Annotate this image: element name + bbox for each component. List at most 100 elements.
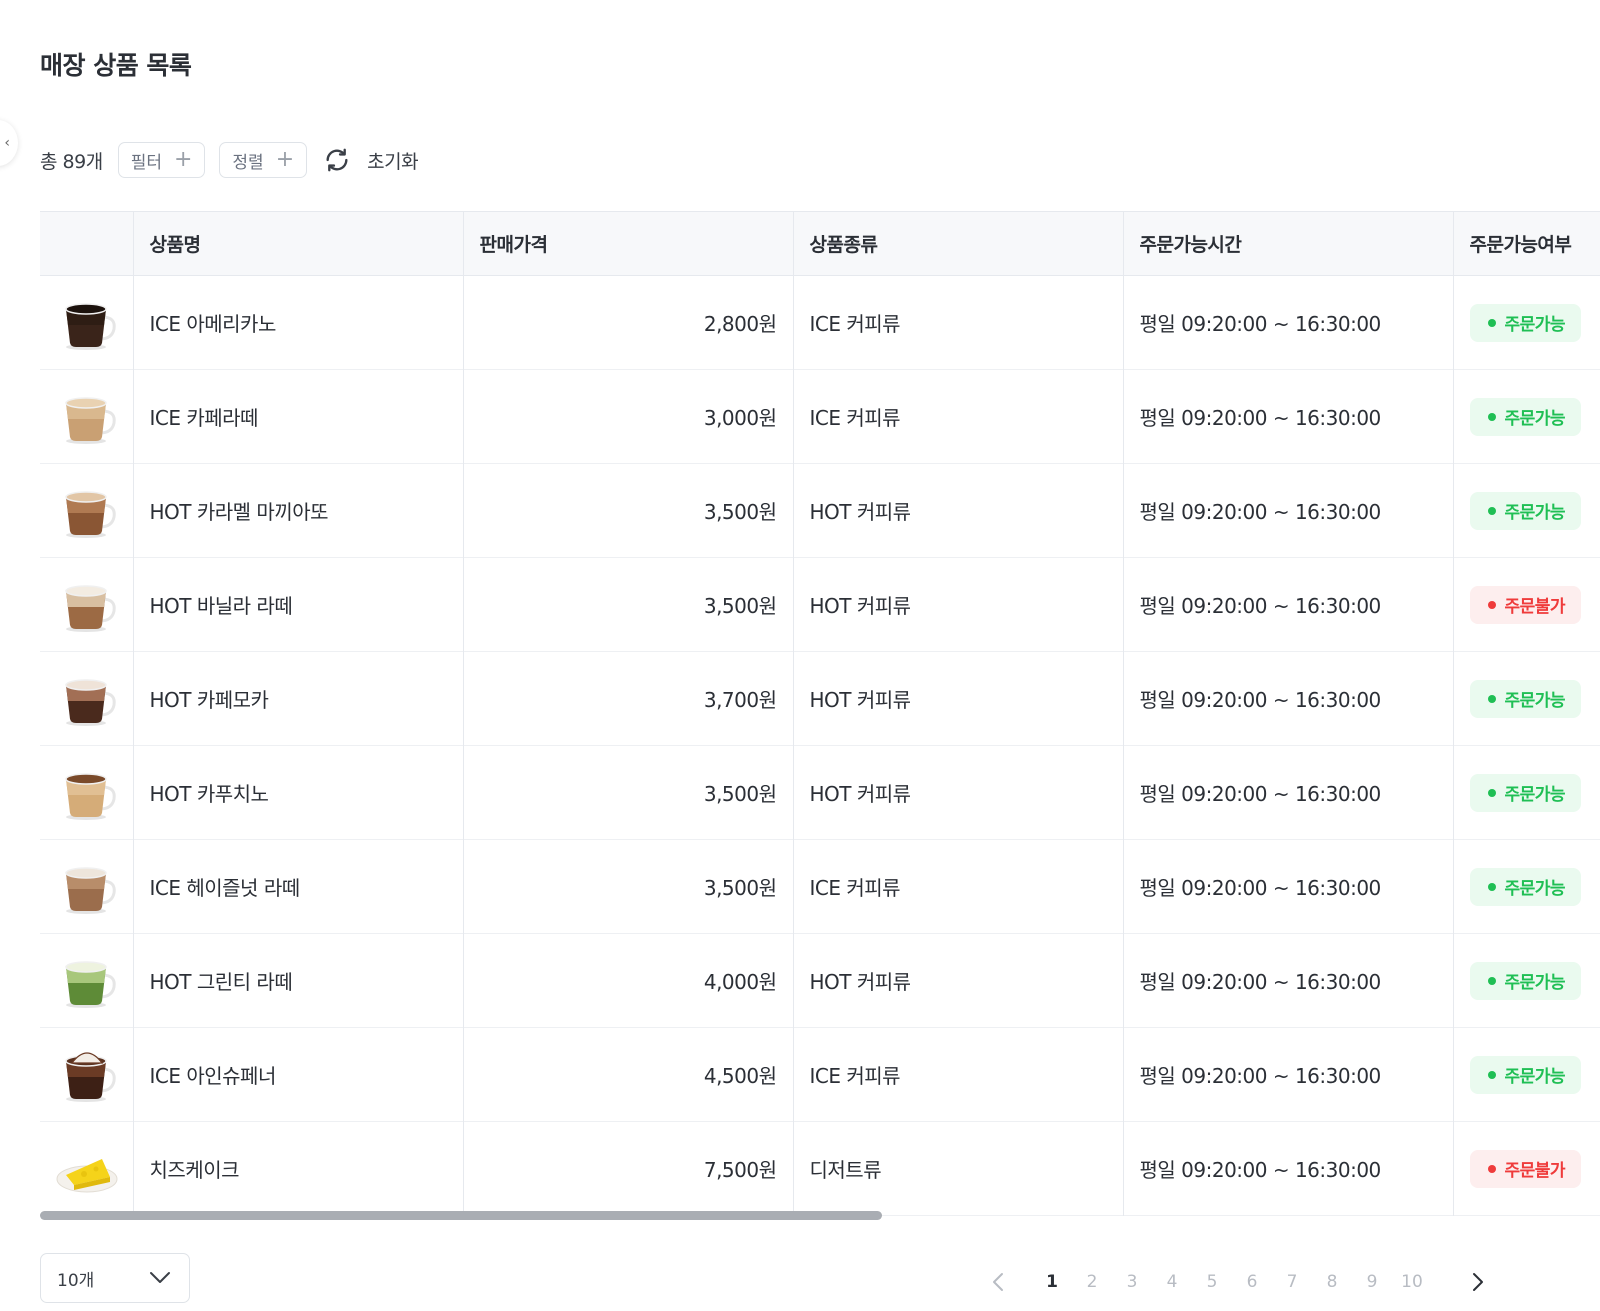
product-thumbnail xyxy=(40,483,133,539)
page-number[interactable]: 5 xyxy=(1192,1272,1232,1292)
status-label: 주문가능 xyxy=(1504,1067,1566,1087)
status-badge[interactable]: 주문가능 xyxy=(1469,1055,1582,1094)
product-price: 3,500원 xyxy=(462,463,793,558)
filter-button[interactable]: 필터 + xyxy=(117,142,206,178)
product-thumbnail-cell xyxy=(40,934,133,1028)
product-price: 3,500원 xyxy=(462,839,793,934)
status-badge[interactable]: 주문가능 xyxy=(1469,303,1582,342)
sidebar-collapse-toggle[interactable]: ‹ xyxy=(0,120,18,166)
chevron-down-icon xyxy=(150,1272,170,1283)
table-row[interactable]: ICE 카페라떼 3,000원 ICE 커피류 평일 09:20:00 ~ 16:30… xyxy=(40,369,1600,464)
product-type: HOT 커피류 xyxy=(792,651,1123,746)
product-thumbnail xyxy=(40,295,133,351)
product-thumbnail-cell xyxy=(40,558,133,652)
status-dot xyxy=(1487,694,1496,703)
status-dot xyxy=(1487,788,1496,797)
status-badge[interactable]: 주문가능 xyxy=(1469,867,1582,906)
product-thumbnail-cell xyxy=(40,1028,133,1122)
chevron-right-icon[interactable] xyxy=(1470,1272,1486,1292)
product-price: 3,700원 xyxy=(462,651,793,746)
table-header-row: 상품명 판매가격 상품종류 주문가능시간 주문가능여부 xyxy=(40,211,1600,276)
status-badge[interactable]: 주문가능 xyxy=(1469,679,1582,718)
product-price: 3,500원 xyxy=(462,745,793,840)
order-time: 평일 09:20:00 ~ 16:30:00 xyxy=(1122,651,1453,746)
order-status-cell: 주문가능 xyxy=(1452,839,1600,934)
product-name: HOT 카푸치노 xyxy=(132,745,463,840)
product-type: ICE 커피류 xyxy=(792,275,1123,370)
status-dot xyxy=(1487,600,1496,609)
order-status-cell: 주문가능 xyxy=(1452,651,1600,746)
order-status-cell: 주문가능 xyxy=(1452,745,1600,840)
page-number[interactable]: 7 xyxy=(1272,1272,1312,1292)
product-type: HOT 커피류 xyxy=(792,933,1123,1028)
product-thumbnail xyxy=(40,577,133,633)
status-dot xyxy=(1487,318,1496,327)
table-row[interactable]: ICE 아인슈페너 4,500원 ICE 커피류 평일 09:20:00 ~ 16:3… xyxy=(40,1027,1600,1122)
page-number[interactable]: 6 xyxy=(1232,1272,1272,1292)
order-status-cell: 주문가능 xyxy=(1452,933,1600,1028)
pagination: 1 2 3 4 5 6 7 8 9 10 xyxy=(990,1262,1486,1302)
header-price[interactable]: 판매가격 xyxy=(462,211,793,276)
page-number[interactable]: 1 xyxy=(1032,1272,1072,1292)
status-label: 주문가능 xyxy=(1504,315,1566,335)
header-status[interactable]: 주문가능여부 xyxy=(1452,211,1600,276)
reset-button[interactable]: 초기화 xyxy=(323,146,419,174)
collapse-chevron-icon: ‹ xyxy=(4,135,10,151)
product-name: HOT 카라멜 마끼아또 xyxy=(132,463,463,558)
page-size-select[interactable]: 10개 xyxy=(40,1253,190,1303)
status-dot xyxy=(1487,412,1496,421)
order-time: 평일 09:20:00 ~ 16:30:00 xyxy=(1122,745,1453,840)
status-dot xyxy=(1487,1070,1496,1079)
table-row[interactable]: HOT 카페모카 3,700원 HOT 커피류 평일 09:20:00 ~ 16:30… xyxy=(40,651,1600,746)
table-row[interactable]: 치즈케이크 7,500원 디저트류 평일 09:20:00 ~ 16:30:00 주문불… xyxy=(40,1121,1600,1216)
product-thumbnail-cell xyxy=(40,840,133,934)
status-label: 주문가능 xyxy=(1504,973,1566,993)
header-name[interactable]: 상품명 xyxy=(132,211,463,276)
horizontal-scrollbar[interactable] xyxy=(40,1211,882,1220)
status-badge[interactable]: 주문불가 xyxy=(1469,585,1582,624)
page-title: 매장 상품 목록 xyxy=(40,51,192,80)
product-name: ICE 아메리카노 xyxy=(132,275,463,370)
page-numbers: 1 2 3 4 5 6 7 8 9 10 xyxy=(1032,1272,1432,1292)
page-number[interactable]: 2 xyxy=(1072,1272,1112,1292)
page-number[interactable]: 8 xyxy=(1312,1272,1352,1292)
table-row[interactable]: HOT 카라멜 마끼아또 3,500원 HOT 커피류 평일 09:20:00 ~ 1… xyxy=(40,463,1600,558)
status-dot xyxy=(1487,1164,1496,1173)
status-label: 주문가능 xyxy=(1504,691,1566,711)
status-badge[interactable]: 주문가능 xyxy=(1469,961,1582,1000)
product-name: ICE 카페라떼 xyxy=(132,369,463,464)
order-status-cell: 주문가능 xyxy=(1452,1027,1600,1122)
product-thumbnail xyxy=(40,953,133,1009)
order-time: 평일 09:20:00 ~ 16:30:00 xyxy=(1122,933,1453,1028)
order-time: 평일 09:20:00 ~ 16:30:00 xyxy=(1122,839,1453,934)
page-number[interactable]: 4 xyxy=(1152,1272,1192,1292)
page-number[interactable]: 9 xyxy=(1352,1272,1392,1292)
chevron-left-icon[interactable] xyxy=(990,1272,1006,1292)
status-dot xyxy=(1487,506,1496,515)
product-thumbnail-cell xyxy=(40,1122,133,1216)
table-row[interactable]: HOT 그린티 라떼 4,000원 HOT 커피류 평일 09:20:00 ~ 16:… xyxy=(40,933,1600,1028)
product-thumbnail xyxy=(40,389,133,445)
product-table: 상품명 판매가격 상품종류 주문가능시간 주문가능여부 ICE 아메리카노 2,8… xyxy=(40,211,1600,1216)
status-badge[interactable]: 주문가능 xyxy=(1469,491,1582,530)
status-badge[interactable]: 주문가능 xyxy=(1469,773,1582,812)
page-number[interactable]: 3 xyxy=(1112,1272,1152,1292)
order-time: 평일 09:20:00 ~ 16:30:00 xyxy=(1122,463,1453,558)
status-badge[interactable]: 주문가능 xyxy=(1469,397,1582,436)
product-price: 2,800원 xyxy=(462,275,793,370)
status-badge[interactable]: 주문불가 xyxy=(1469,1149,1582,1188)
product-thumbnail-cell xyxy=(40,370,133,464)
header-type[interactable]: 상품종류 xyxy=(792,211,1123,276)
status-label: 주문가능 xyxy=(1504,503,1566,523)
product-price: 7,500원 xyxy=(462,1121,793,1216)
header-time[interactable]: 주문가능시간 xyxy=(1122,211,1453,276)
order-status-cell: 주문불가 xyxy=(1452,1121,1600,1216)
table-row[interactable]: ICE 헤이즐넛 라떼 3,500원 ICE 커피류 평일 09:20:00 ~ 16… xyxy=(40,839,1600,934)
table-row[interactable]: HOT 카푸치노 3,500원 HOT 커피류 평일 09:20:00 ~ 16:30… xyxy=(40,745,1600,840)
order-time: 평일 09:20:00 ~ 16:30:00 xyxy=(1122,1121,1453,1216)
table-row[interactable]: ICE 아메리카노 2,800원 ICE 커피류 평일 09:20:00 ~ 16:3… xyxy=(40,275,1600,370)
page-number[interactable]: 10 xyxy=(1392,1272,1432,1292)
table-row[interactable]: HOT 바닐라 라떼 3,500원 HOT 커피류 평일 09:20:00 ~ 16:… xyxy=(40,557,1600,652)
plus-icon: + xyxy=(173,147,193,172)
sort-button[interactable]: 정렬 + xyxy=(219,142,308,178)
